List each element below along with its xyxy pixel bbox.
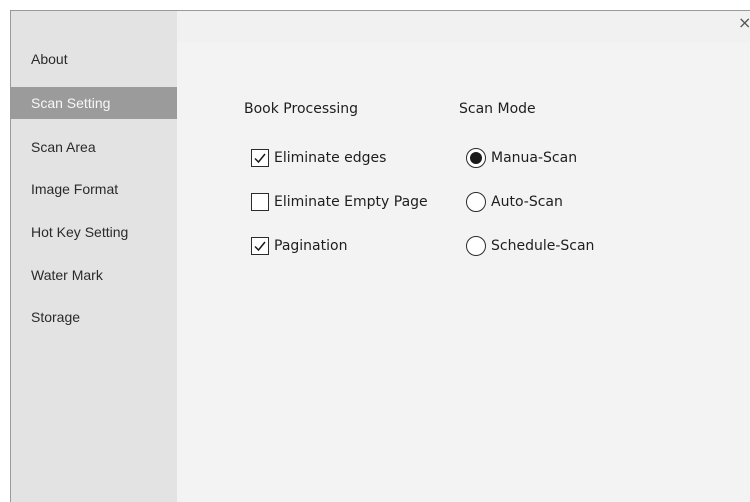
sidebar-item-label: About — [31, 51, 68, 67]
checkmark-icon — [254, 241, 266, 252]
close-icon: × — [738, 13, 750, 32]
sidebar-item-about[interactable]: About — [11, 43, 177, 75]
checkbox-box — [251, 149, 269, 167]
sidebar: About Scan Setting Scan Area Image Forma… — [11, 11, 177, 502]
checkbox-box — [251, 193, 269, 211]
sidebar-item-scan-setting[interactable]: Scan Setting — [11, 87, 177, 119]
radio-circle — [466, 236, 486, 256]
eliminate-empty-page-checkbox[interactable]: Eliminate Empty Page — [251, 191, 428, 213]
sidebar-item-scan-area[interactable]: Scan Area — [11, 131, 177, 163]
close-button[interactable]: × — [738, 13, 750, 33]
radio-circle — [466, 192, 486, 212]
book-processing-title: Book Processing — [244, 101, 359, 117]
sidebar-item-label: Hot Key Setting — [31, 224, 129, 240]
checkbox-box — [251, 237, 269, 255]
eliminate-edges-checkbox[interactable]: Eliminate edges — [251, 147, 386, 169]
option-label: Eliminate Empty Page — [274, 194, 428, 210]
option-label: Pagination — [274, 238, 348, 254]
checkmark-icon — [254, 153, 266, 164]
pagination-checkbox[interactable]: Pagination — [251, 235, 347, 257]
sidebar-item-label: Scan Area — [31, 139, 96, 155]
sidebar-item-image-format[interactable]: Image Format — [11, 173, 177, 205]
sidebar-item-label: Water Mark — [31, 267, 103, 283]
sidebar-item-storage[interactable]: Storage — [11, 301, 177, 333]
settings-window: × About Scan Setting Scan Area Image For… — [10, 10, 750, 502]
option-label: Manua-Scan — [491, 150, 578, 166]
sidebar-item-label: Scan Setting — [31, 95, 111, 111]
sidebar-item-label: Image Format — [31, 181, 119, 197]
manual-scan-radio[interactable]: Manua-Scan — [466, 147, 577, 169]
auto-scan-radio[interactable]: Auto-Scan — [466, 191, 563, 213]
option-label: Auto-Scan — [491, 194, 563, 210]
radio-circle — [466, 148, 486, 168]
option-label: Eliminate edges — [274, 150, 387, 166]
scan-setting-panel: Book Processing Eliminate edges Eliminat… — [177, 43, 750, 502]
sidebar-item-label: Storage — [31, 309, 81, 325]
scan-mode-title: Scan Mode — [459, 101, 536, 117]
sidebar-item-hot-key-setting[interactable]: Hot Key Setting — [11, 216, 177, 248]
sidebar-item-water-mark[interactable]: Water Mark — [11, 259, 177, 291]
radio-selected-dot — [470, 152, 482, 164]
schedule-scan-radio[interactable]: Schedule-Scan — [466, 235, 594, 257]
option-label: Schedule-Scan — [491, 238, 595, 254]
